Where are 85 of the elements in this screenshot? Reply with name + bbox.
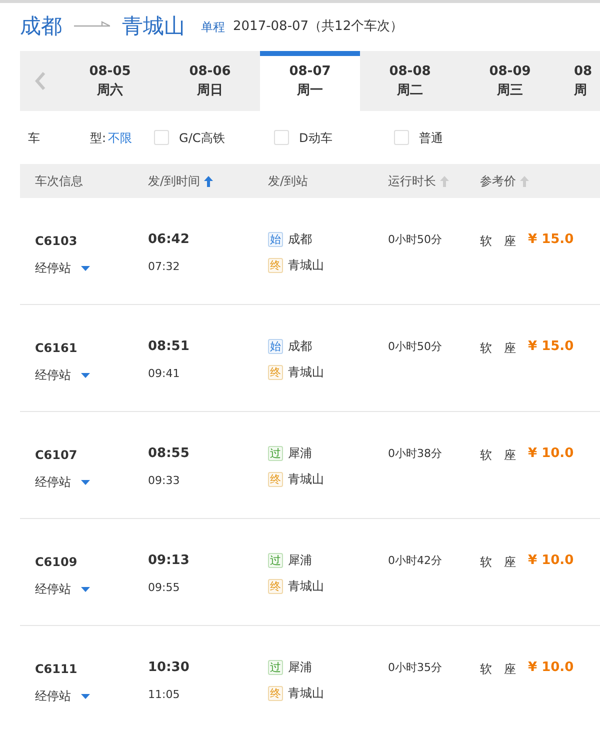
train-number: C6103	[35, 233, 78, 247]
seat-class: 软 座	[480, 233, 516, 250]
origin-badge: 始	[268, 338, 283, 354]
price: ¥ 10.0	[528, 553, 574, 570]
arrival-time: 09:55	[148, 580, 181, 596]
stops-link[interactable]: 经停站	[35, 473, 71, 491]
date-summary: 2017-08-07（共12个车次）	[233, 18, 404, 36]
via-badge: 过	[268, 660, 283, 674]
caret-icon[interactable]	[81, 586, 90, 592]
via-badge: 过	[268, 446, 283, 460]
price: ¥ 15.0	[528, 339, 574, 356]
terminus-badge: 终	[268, 364, 283, 380]
caret-icon[interactable]	[81, 372, 90, 378]
station-name: 青城山	[288, 364, 324, 381]
duration: 0小时38分	[388, 446, 443, 462]
checkbox[interactable]	[394, 130, 410, 145]
duration: 0小时35分	[388, 660, 443, 676]
date-tab[interactable]: 08-07 周一	[260, 51, 360, 111]
date-tab[interactable]: 08 周	[560, 51, 600, 111]
departure-time: 08:55	[148, 446, 190, 461]
date-tab[interactable]: 08-06 周日	[160, 51, 260, 111]
filter-label: 车	[28, 130, 41, 146]
checkbox-label: G/C高铁	[179, 130, 225, 146]
station-name: 犀浦	[288, 659, 312, 676]
stops-link[interactable]: 经停站	[35, 366, 71, 384]
sort-icon[interactable]	[204, 176, 214, 186]
column-header: 车次信息	[35, 173, 83, 190]
station-name: 青城山	[288, 685, 324, 702]
checkbox[interactable]	[274, 130, 290, 145]
station-name: 成都	[288, 338, 312, 355]
date-tab[interactable]: 08-09 周三	[460, 51, 560, 111]
duration: 0小时50分	[388, 339, 443, 355]
filter-label: 型:	[90, 130, 106, 146]
terminus-badge: 终	[268, 686, 283, 700]
stops-link[interactable]: 经停站	[35, 687, 71, 705]
destination-city: 青城山	[122, 16, 185, 37]
checkbox-label: D动车	[299, 130, 332, 146]
origin-badge: 始	[268, 232, 283, 246]
terminus-badge: 终	[268, 578, 283, 594]
arrival-time: 07:32	[148, 259, 181, 275]
station-name: 犀浦	[288, 552, 312, 569]
price: ¥ 15.0	[528, 232, 574, 249]
departure-time: 10:30	[148, 660, 190, 675]
station-name: 青城山	[288, 578, 324, 595]
arrival-time: 09:33	[148, 473, 181, 489]
price: ¥ 10.0	[528, 660, 574, 677]
terminus-badge: 终	[268, 258, 283, 272]
caret-icon[interactable]	[81, 694, 90, 698]
seat-class: 软 座	[480, 554, 516, 571]
departure-time: 06:42	[148, 232, 190, 247]
all-types-option[interactable]: 不限	[108, 128, 154, 146]
seat-class: 软 座	[480, 447, 516, 464]
seat-class: 软 座	[480, 661, 516, 678]
column-header[interactable]: 参考价	[480, 172, 516, 190]
stops-link[interactable]: 经停站	[35, 259, 71, 277]
departure-time: 08:51	[148, 339, 190, 354]
duration: 0小时50分	[388, 232, 443, 248]
column-header: 发/到站	[268, 173, 308, 190]
train-number: C6161	[35, 340, 78, 354]
origin-city: 成都	[20, 16, 62, 37]
stops-link[interactable]: 经停站	[35, 580, 71, 598]
station-name: 青城山	[288, 257, 324, 274]
station-name: 犀浦	[288, 445, 312, 462]
station-name: 青城山	[288, 471, 324, 488]
date-tab[interactable]: 08-08 周二	[360, 51, 460, 111]
column-header[interactable]: 发/到时间	[148, 172, 200, 190]
caret-icon[interactable]	[81, 480, 90, 484]
train-number: C6109	[35, 554, 78, 568]
duration: 0小时42分	[388, 553, 443, 569]
station-name: 成都	[288, 231, 312, 248]
checkbox-label: 普通	[419, 130, 444, 146]
train-number: C6111	[35, 661, 78, 675]
departure-time: 09:13	[148, 553, 190, 568]
column-header[interactable]: 运行时长	[388, 172, 436, 190]
checkbox[interactable]	[154, 130, 170, 145]
date-tab[interactable]: 08-05 周六	[60, 51, 160, 111]
terminus-badge: 终	[268, 472, 283, 486]
trip-type-link[interactable]: 单程	[201, 18, 225, 36]
caret-icon[interactable]	[81, 266, 90, 270]
seat-class: 软 座	[480, 340, 516, 357]
via-badge: 过	[268, 552, 283, 568]
arrival-time: 11:05	[148, 687, 181, 703]
train-number: C6107	[35, 447, 78, 461]
arrival-time: 09:41	[148, 366, 181, 382]
price: ¥ 10.0	[528, 446, 574, 463]
